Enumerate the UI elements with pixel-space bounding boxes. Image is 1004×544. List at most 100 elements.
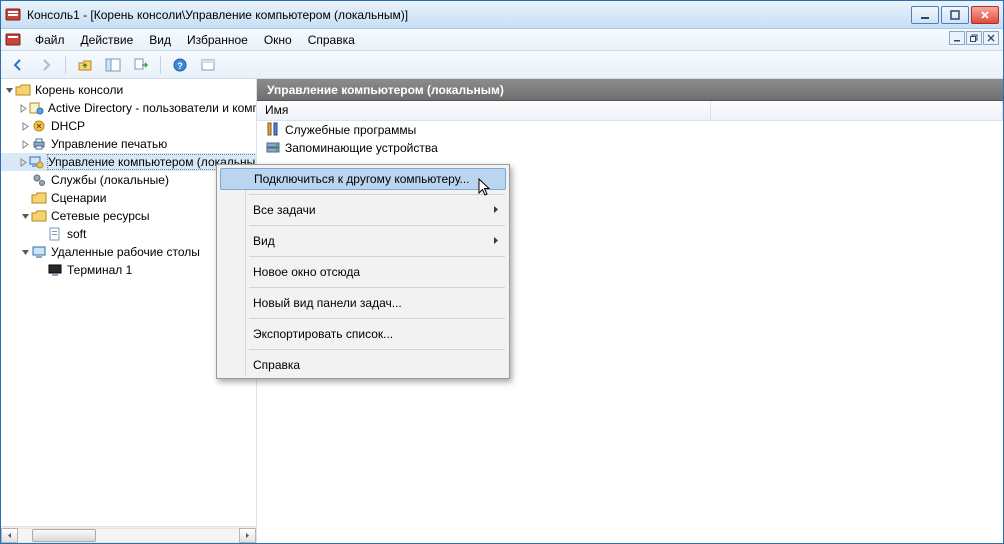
gears-icon [31,172,47,188]
ctx-connect-other-computer[interactable]: Подключиться к другому компьютеру... [220,168,506,190]
horizontal-scrollbar[interactable] [1,526,256,543]
svg-text:?: ? [177,61,183,71]
tree-item-label: Управление печатью [51,137,167,151]
ctx-separator [249,287,505,288]
column-empty[interactable] [711,101,1003,120]
ctx-help[interactable]: Справка [219,354,507,376]
close-button[interactable] [971,6,999,24]
tree-item-dhcp[interactable]: DHCP [1,117,256,135]
detail-header: Управление компьютером (локальным) [257,79,1003,101]
window-title: Консоль1 - [Корень консоли\Управление ко… [27,8,911,22]
menu-file[interactable]: Файл [27,31,73,49]
ctx-item-label: Экспортировать список... [253,327,393,341]
folder-icon [15,82,31,98]
list-item-label: Служебные программы [285,123,416,137]
scroll-right-button[interactable] [239,528,256,543]
ctx-item-label: Новое окно отсюда [253,265,360,279]
menubar: Файл Действие Вид Избранное Окно Справка [1,29,1003,51]
ctx-item-label: Все задачи [253,203,316,217]
expand-icon[interactable] [19,104,28,113]
tree-item-print[interactable]: Управление печатью [1,135,256,153]
ctx-separator [249,349,505,350]
show-tree-button[interactable] [102,54,124,76]
folder-icon [31,208,47,224]
submenu-arrow-icon [493,234,499,248]
ctx-separator [249,256,505,257]
list-item[interactable]: Служебные программы [257,121,1003,139]
expand-icon[interactable] [19,158,28,167]
ctx-item-label: Справка [253,358,300,372]
toolbar-separator [65,56,66,74]
context-menu: Подключиться к другому компьютеру... Все… [216,164,510,379]
properties-button[interactable] [197,54,219,76]
scroll-thumb[interactable] [32,529,96,542]
forward-button[interactable] [35,54,57,76]
maximize-button[interactable] [941,6,969,24]
expand-icon[interactable] [19,122,31,131]
menu-help[interactable]: Справка [300,31,363,49]
mdi-restore-button[interactable] [966,31,982,45]
toolbar: ? [1,51,1003,79]
tree-item-label: Сетевые ресурсы [51,209,150,223]
dhcp-icon [31,118,47,134]
mdi-close-button[interactable] [983,31,999,45]
tree-root[interactable]: Корень консоли [1,81,256,99]
tree-item-label: Active Directory - пользователи и компью… [48,101,256,115]
document-icon [47,226,63,242]
collapse-icon[interactable] [19,248,31,257]
printer-icon [31,136,47,152]
folder-icon [31,190,47,206]
window-buttons [911,6,999,24]
tree-item-label: Терминал 1 [67,263,132,277]
menu-window[interactable]: Окно [256,31,300,49]
tree-item-label: Удаленные рабочие столы [51,245,200,259]
column-headers: Имя [257,101,1003,121]
tree-item-label: soft [67,227,86,241]
scroll-track[interactable] [18,528,239,543]
ctx-item-label: Новый вид панели задач... [253,296,402,310]
menu-action[interactable]: Действие [73,31,142,49]
titlebar: Консоль1 - [Корень консоли\Управление ко… [1,1,1003,29]
app-icon [5,7,21,23]
ctx-item-label: Подключиться к другому компьютеру... [254,172,470,186]
mdi-minimize-button[interactable] [949,31,965,45]
help-button[interactable]: ? [169,54,191,76]
tree-root-label: Корень консоли [35,83,123,97]
ctx-all-tasks[interactable]: Все задачи [219,199,507,221]
ctx-new-window[interactable]: Новое окно отсюда [219,261,507,283]
ad-icon [28,100,44,116]
rdp-icon [31,244,47,260]
collapse-icon[interactable] [19,212,31,221]
tree-item-label: DHCP [51,119,85,133]
menu-favorites[interactable]: Избранное [179,31,256,49]
tree-item-label: Сценарии [51,191,106,205]
terminal-icon [47,262,63,278]
submenu-arrow-icon [493,203,499,217]
ctx-separator [249,194,505,195]
mdi-buttons [949,31,999,45]
toolbar-separator [160,56,161,74]
back-button[interactable] [7,54,29,76]
collapse-icon[interactable] [3,86,15,95]
tools-icon [265,121,281,140]
ctx-item-label: Вид [253,234,275,248]
scroll-left-button[interactable] [1,528,18,543]
storage-icon [265,139,281,158]
ctx-separator [249,225,505,226]
ctx-separator [249,318,505,319]
list-item[interactable]: Запоминающие устройства [257,139,1003,157]
tree-item-ad[interactable]: Active Directory - пользователи и компью… [1,99,256,117]
export-button[interactable] [130,54,152,76]
column-name[interactable]: Имя [257,101,711,120]
minimize-button[interactable] [911,6,939,24]
ctx-export-list[interactable]: Экспортировать список... [219,323,507,345]
up-folder-button[interactable] [74,54,96,76]
tree-item-label: Службы (локальные) [51,173,169,187]
document-icon [5,32,21,48]
expand-icon[interactable] [19,140,31,149]
menu-view[interactable]: Вид [141,31,179,49]
list-item-label: Запоминающие устройства [285,141,438,155]
computer-icon [28,154,44,170]
ctx-view[interactable]: Вид [219,230,507,252]
ctx-new-taskpad-view[interactable]: Новый вид панели задач... [219,292,507,314]
